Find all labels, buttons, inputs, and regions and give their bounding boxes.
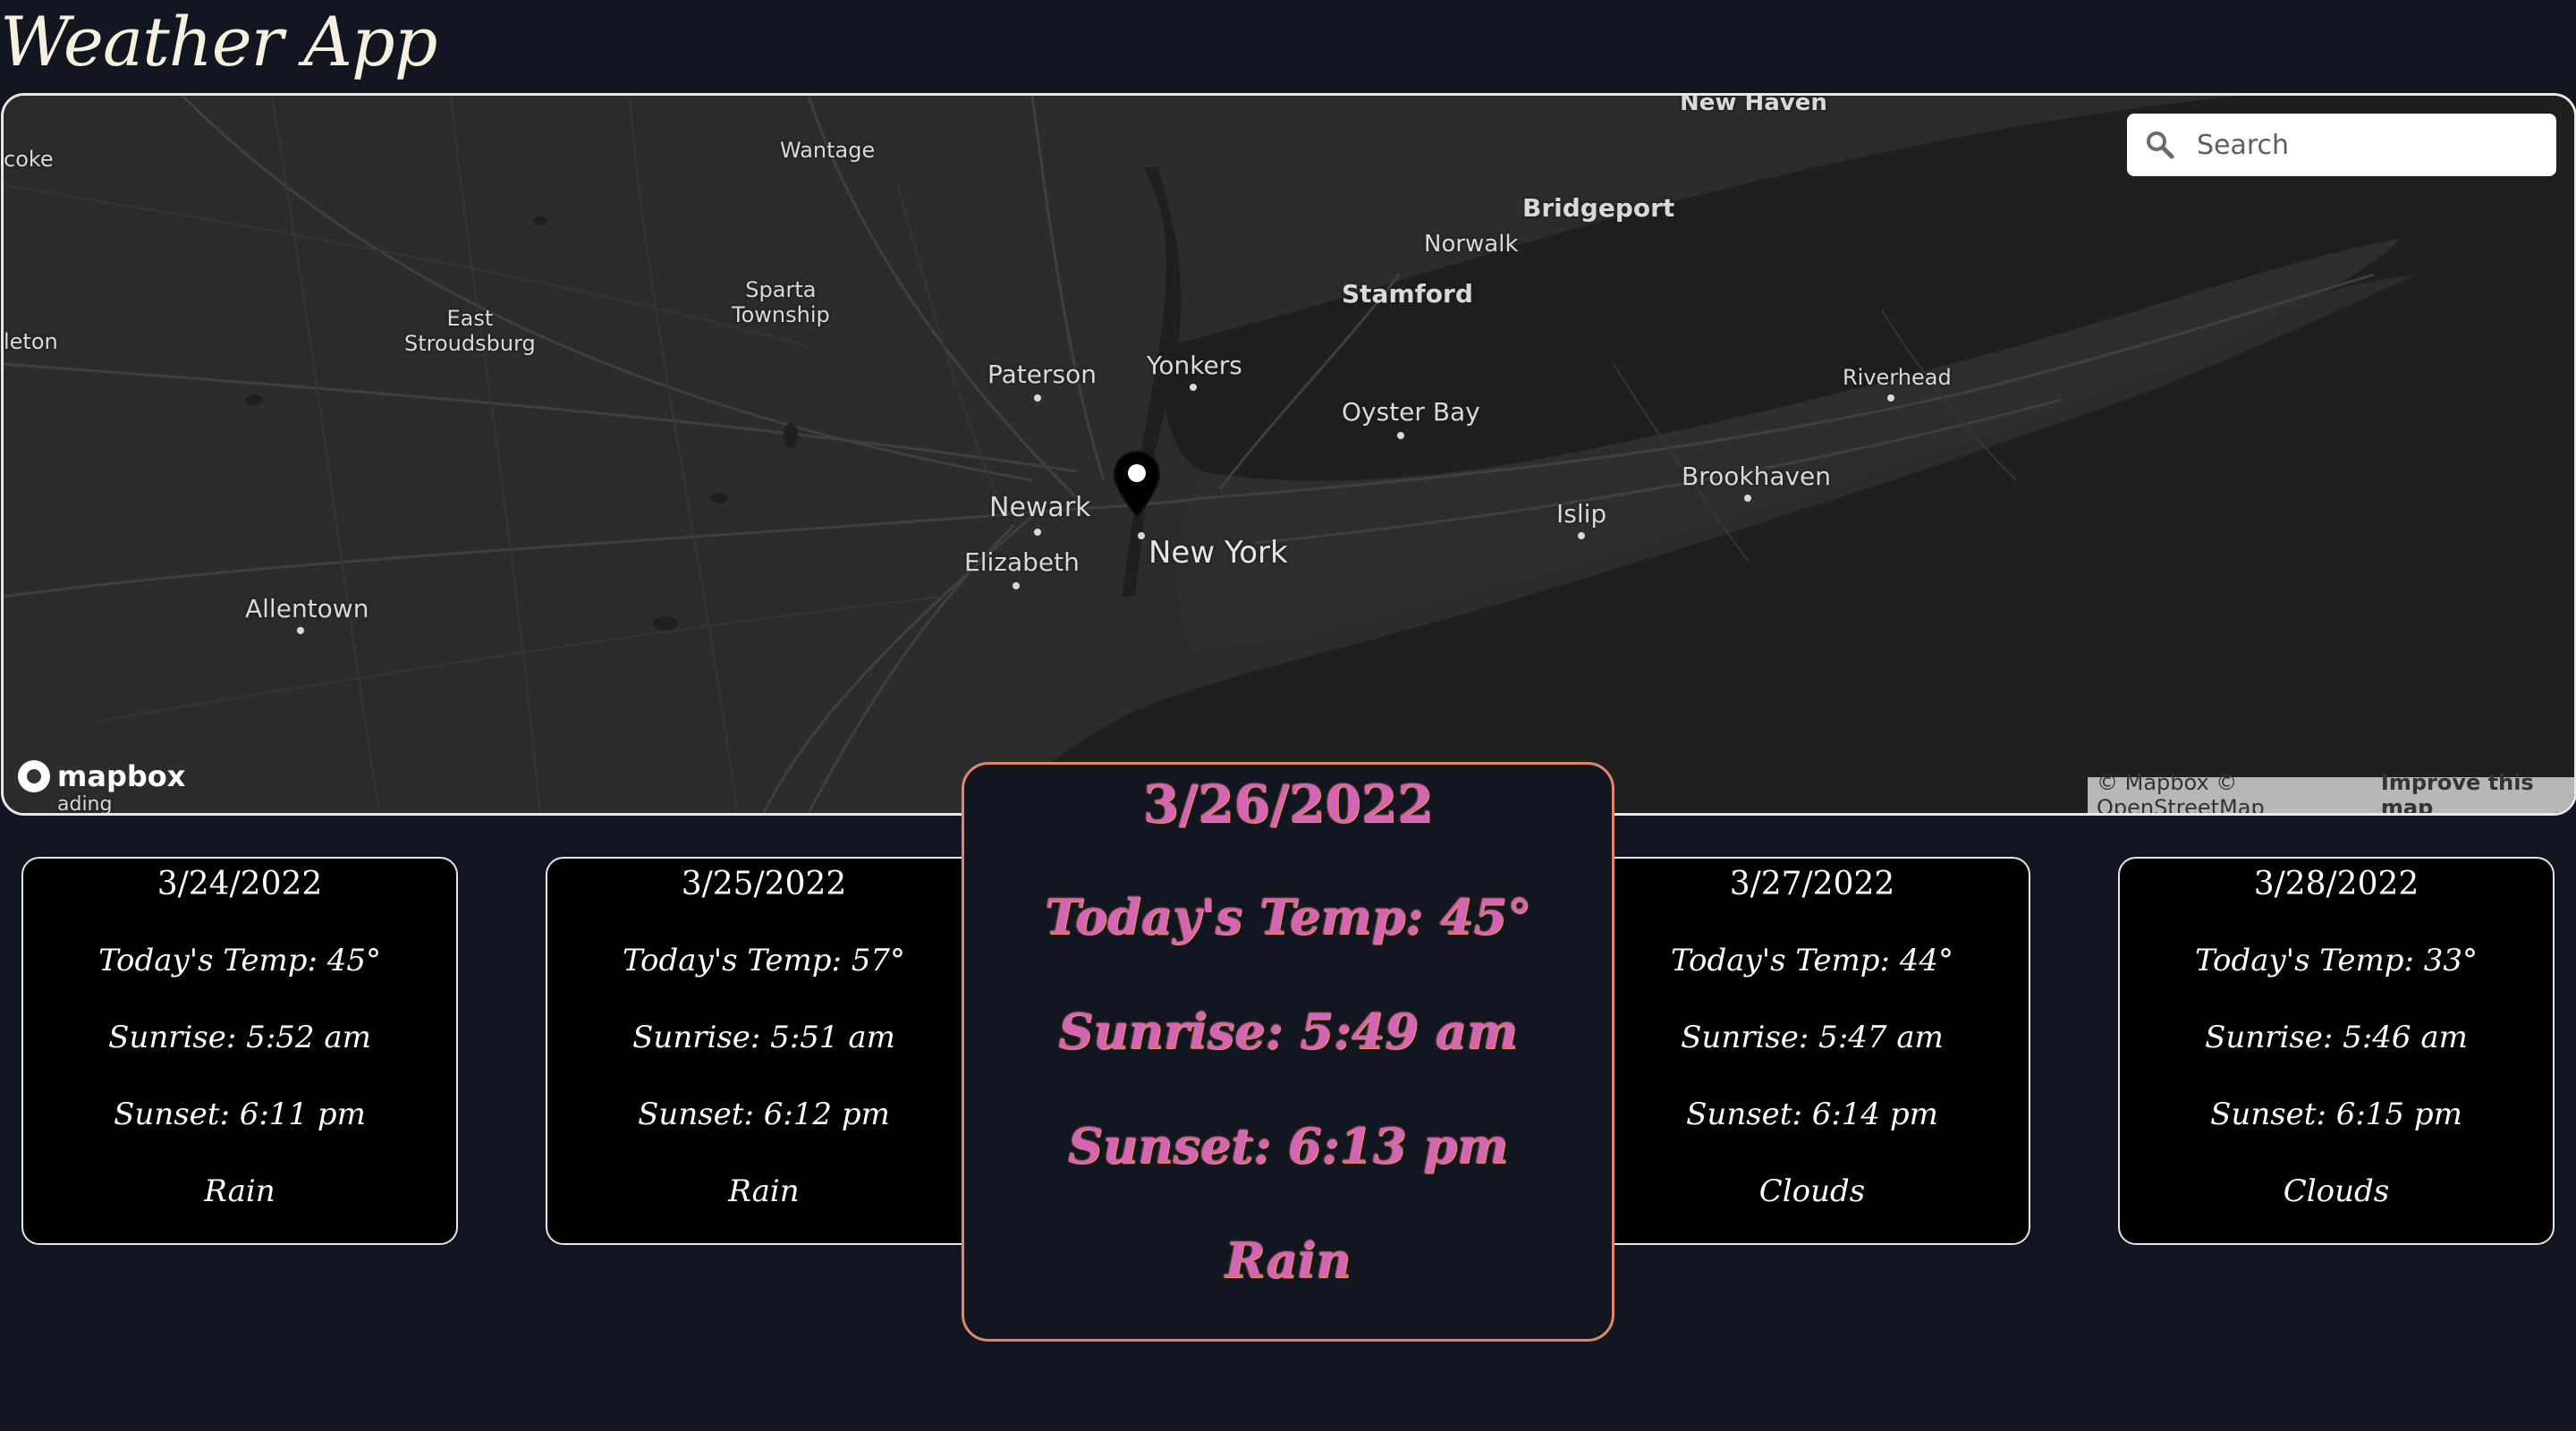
search-box[interactable]	[2127, 114, 2556, 176]
forecast-temp: Today's Temp: 57°	[622, 943, 906, 978]
forecast-sunrise: Sunrise: 5:47 am	[1681, 1020, 1944, 1055]
map-dot	[1578, 532, 1585, 539]
map-attribution: © Mapbox © OpenStreetMap Improve this ma…	[2088, 770, 2574, 813]
map-label-yonkers: Yonkers	[1147, 351, 1242, 380]
map-label-new-york: New York	[1148, 535, 1288, 571]
forecast-card[interactable]: 3/24/2022 Today's Temp: 45° Sunrise: 5:5…	[21, 857, 458, 1245]
map-label-riverhead: Riverhead	[1843, 365, 1952, 390]
forecast-condition: Rain	[728, 1173, 800, 1209]
forecast-sunrise: Sunrise: 5:51 am	[632, 1020, 895, 1055]
forecast-sunset: Sunset: 6:15 pm	[2210, 1097, 2462, 1132]
map-label-bridgeport: Bridgeport	[1522, 193, 1675, 223]
map-label-oyster-bay: Oyster Bay	[1342, 397, 1480, 427]
map-dot	[1013, 582, 1020, 589]
attribution-text[interactable]: © Mapbox © OpenStreetMap	[2097, 770, 2370, 813]
forecast-temp: Today's Temp: 45°	[1045, 888, 1531, 945]
search-input[interactable]	[2195, 128, 2538, 162]
map-dot	[1744, 495, 1751, 502]
forecast-date: 3/25/2022	[681, 866, 847, 902]
map-label-sparta: Sparta Township	[732, 277, 830, 327]
forecast-sunrise: Sunrise: 5:52 am	[108, 1020, 371, 1055]
map[interactable]: New Haven coke Wantage Bridgeport Norwal…	[1, 93, 2576, 816]
map-dot	[1887, 394, 1894, 402]
map-dot	[1034, 529, 1041, 536]
forecast-sunrise: Sunrise: 5:49 am	[1058, 1003, 1518, 1060]
map-dot	[1397, 432, 1404, 439]
map-pin-icon[interactable]	[1113, 450, 1161, 518]
forecast-sunrise: Sunrise: 5:46 am	[2205, 1020, 2468, 1055]
map-label-elizabeth: Elizabeth	[964, 547, 1080, 577]
map-label-paterson: Paterson	[987, 360, 1097, 389]
forecast-date: 3/28/2022	[2253, 866, 2419, 902]
app-title: Weather App	[0, 2, 437, 81]
search-icon	[2147, 131, 2174, 159]
mapbox-logo-text: mapbox	[57, 759, 186, 793]
improve-map-link[interactable]: Improve this map	[2381, 770, 2565, 813]
map-label-reading: ading	[57, 793, 113, 816]
map-label-leton: leton	[4, 329, 58, 354]
forecast-temp: Today's Temp: 33°	[2194, 943, 2479, 978]
map-label-stamford: Stamford	[1342, 279, 1473, 309]
forecast-condition: Clouds	[1758, 1173, 1866, 1209]
map-dot	[297, 627, 304, 634]
mapbox-logo[interactable]: mapbox	[18, 759, 185, 793]
forecast-sunset: Sunset: 6:13 pm	[1067, 1117, 1509, 1174]
mapbox-logo-icon	[18, 760, 50, 792]
map-label-norwalk: Norwalk	[1424, 231, 1519, 258]
map-label-islip: Islip	[1556, 499, 1607, 529]
map-label-brookhaven: Brookhaven	[1682, 461, 1832, 491]
map-label-new-haven: New Haven	[1680, 93, 1827, 116]
forecast-date: 3/24/2022	[157, 866, 323, 902]
map-dot	[1138, 532, 1145, 539]
forecast-date: 3/27/2022	[1729, 866, 1895, 902]
forecast-card-featured[interactable]: 3/26/2022 Today's Temp: 45° Sunrise: 5:4…	[962, 762, 1614, 1342]
forecast-card[interactable]: 3/27/2022 Today's Temp: 44° Sunrise: 5:4…	[1594, 857, 2030, 1245]
forecast-card[interactable]: 3/25/2022 Today's Temp: 57° Sunrise: 5:5…	[546, 857, 982, 1245]
map-label-east-stroudsburg: East Stroudsburg	[404, 306, 536, 356]
map-label-coke: coke	[4, 147, 54, 172]
forecast-condition: Rain	[204, 1173, 275, 1209]
forecast-sunset: Sunset: 6:11 pm	[114, 1097, 366, 1132]
map-dot	[1034, 394, 1041, 402]
forecast-condition: Clouds	[2283, 1173, 2390, 1209]
forecast-card[interactable]: 3/28/2022 Today's Temp: 33° Sunrise: 5:4…	[2118, 857, 2555, 1245]
map-label-newark: Newark	[989, 492, 1091, 523]
forecast-condition: Rain	[1224, 1232, 1352, 1289]
forecast-sunset: Sunset: 6:14 pm	[1686, 1097, 1938, 1132]
map-dot	[1190, 384, 1197, 391]
forecast-sunset: Sunset: 6:12 pm	[638, 1097, 890, 1132]
forecast-temp: Today's Temp: 45°	[97, 943, 382, 978]
forecast-temp: Today's Temp: 44°	[1670, 943, 1954, 978]
map-label-allentown: Allentown	[245, 594, 369, 623]
map-canvas[interactable]	[4, 96, 2574, 813]
map-label-wantage: Wantage	[780, 138, 876, 163]
forecast-date: 3/26/2022	[1142, 774, 1434, 834]
